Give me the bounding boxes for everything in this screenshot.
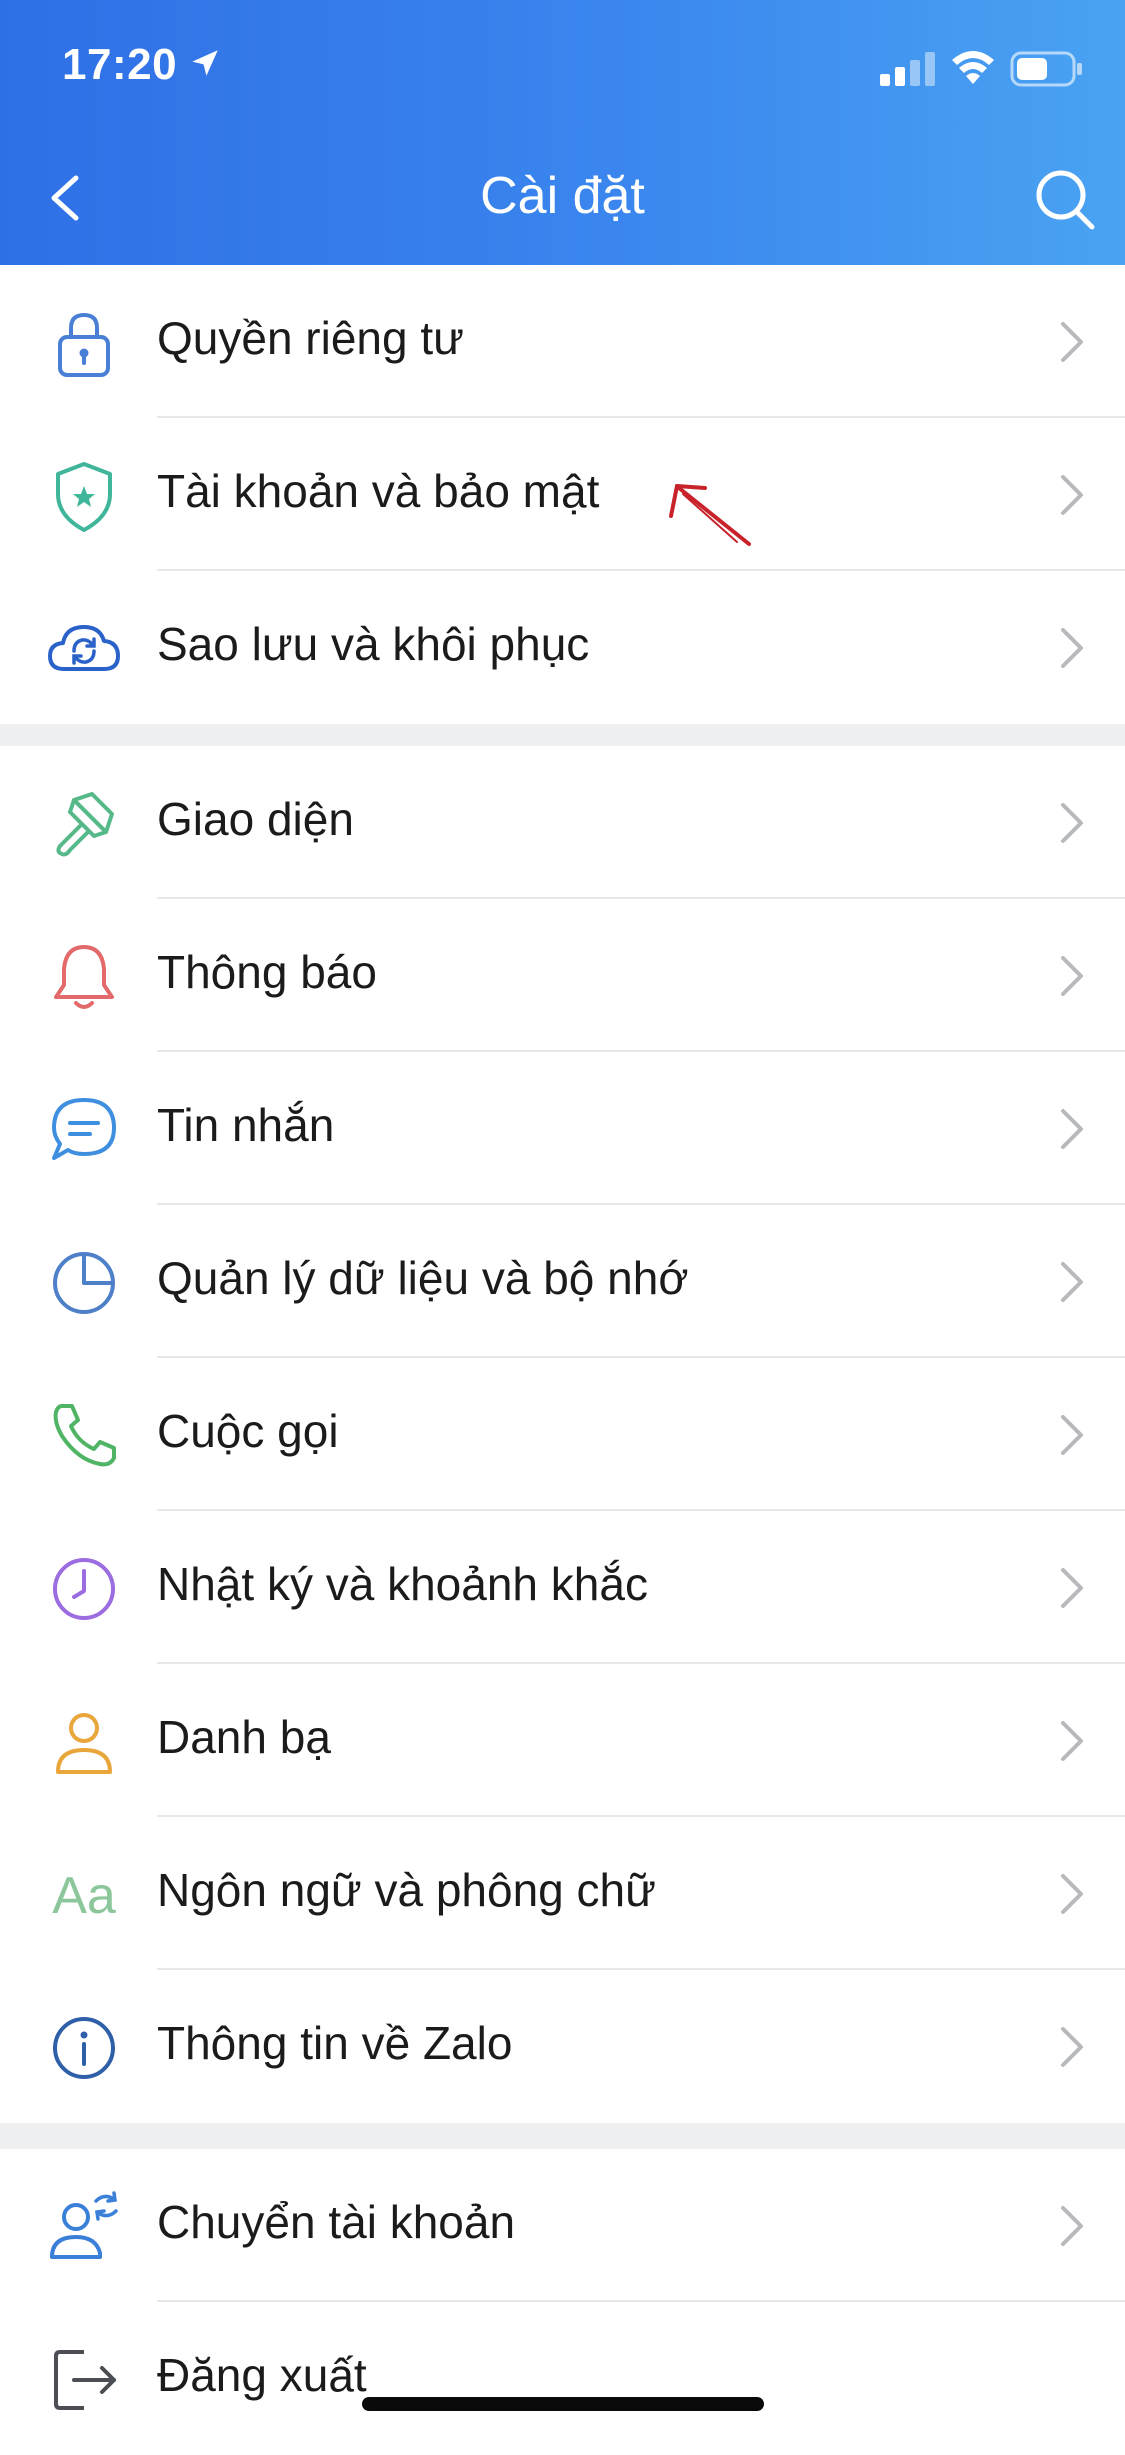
person-icon bbox=[56, 1713, 112, 1774]
status-time: 17:20 bbox=[62, 40, 178, 89]
settings-item-logout[interactable]: Đăng xuất bbox=[0, 2302, 1125, 2455]
chevron-right-icon bbox=[1061, 1415, 1083, 1455]
chevron-right-icon bbox=[1061, 322, 1083, 362]
cloud-sync-icon bbox=[48, 625, 120, 671]
status-bar: 17:20 bbox=[0, 0, 1125, 140]
settings-item-contacts[interactable]: Danh bạ bbox=[0, 1664, 1125, 1817]
chevron-right-icon bbox=[1061, 1262, 1083, 1302]
settings-item-label: Thông báo bbox=[157, 946, 377, 998]
settings-item-label: Sao lưu và khôi phục bbox=[157, 618, 590, 670]
font-aa-icon: Aa bbox=[52, 1867, 116, 1925]
annotation-arrow-icon bbox=[669, 484, 751, 546]
settings-item-privacy[interactable]: Quyền riêng tư bbox=[0, 265, 1125, 418]
settings-item-label: Tin nhắn bbox=[157, 1099, 335, 1151]
paint-brush-icon bbox=[56, 792, 114, 857]
home-indicator[interactable] bbox=[362, 2397, 764, 2411]
settings-item-appearance[interactable]: Giao diện bbox=[0, 746, 1125, 899]
settings-item-notifications[interactable]: Thông báo bbox=[0, 899, 1125, 1052]
chevron-right-icon bbox=[1061, 628, 1083, 668]
clock-icon bbox=[53, 1558, 115, 1620]
settings-item-account-security[interactable]: Tài khoản và bảo mật bbox=[0, 418, 1125, 571]
settings-item-data-storage[interactable]: Quản lý dữ liệu và bộ nhớ bbox=[0, 1205, 1125, 1358]
chevron-right-icon bbox=[1061, 1874, 1083, 1914]
wifi-icon bbox=[952, 51, 994, 84]
chevron-right-icon bbox=[1061, 2027, 1083, 2067]
chevron-right-icon bbox=[1061, 1721, 1083, 1761]
settings-item-diary-moments[interactable]: Nhật ký và khoảnh khắc bbox=[0, 1511, 1125, 1664]
page-title: Cài đặt bbox=[480, 167, 645, 225]
lock-icon bbox=[58, 312, 110, 377]
settings-item-label: Chuyển tài khoản bbox=[157, 2196, 516, 2248]
bell-icon bbox=[54, 945, 114, 1009]
shield-star-icon bbox=[56, 462, 112, 532]
chevron-right-icon bbox=[1061, 475, 1083, 515]
chevron-right-icon bbox=[1061, 2206, 1083, 2246]
settings-item-label: Tài khoản và bảo mật bbox=[157, 465, 600, 517]
settings-item-label: Quyền riêng tư bbox=[157, 312, 464, 364]
settings-item-backup-restore[interactable]: Sao lưu và khôi phục bbox=[0, 571, 1125, 724]
settings-item-label: Nhật ký và khoảnh khắc bbox=[157, 1558, 648, 1610]
settings-section-2: Giao diện Thông báo Tin nhắn Quản lý dữ … bbox=[0, 746, 1125, 2123]
settings-item-label: Giao diện bbox=[157, 793, 354, 845]
chevron-right-icon bbox=[1061, 1568, 1083, 1608]
settings-item-label: Thông tin về Zalo bbox=[157, 2017, 513, 2069]
logout-icon bbox=[54, 2350, 116, 2410]
chevron-right-icon bbox=[1061, 1109, 1083, 1149]
chevron-right-icon bbox=[1061, 803, 1083, 843]
section-gap bbox=[0, 724, 1125, 746]
svg-text:Aa: Aa bbox=[52, 1867, 116, 1925]
cellular-signal-icon bbox=[880, 52, 935, 86]
info-icon bbox=[53, 2017, 115, 2079]
settings-item-switch-account[interactable]: Chuyển tài khoản bbox=[0, 2149, 1125, 2302]
settings-item-calls[interactable]: Cuộc gọi bbox=[0, 1358, 1125, 1511]
settings-item-label: Cuộc gọi bbox=[157, 1405, 339, 1457]
pie-clock-icon bbox=[53, 1252, 115, 1314]
settings-section-1: Quyền riêng tư Tài khoản và bảo mật Sao … bbox=[0, 265, 1125, 724]
settings-item-label: Ngôn ngữ và phông chữ bbox=[157, 1864, 656, 1916]
chat-bubble-icon bbox=[52, 1098, 116, 1160]
settings-item-label: Quản lý dữ liệu và bộ nhớ bbox=[157, 1252, 689, 1304]
phone-icon bbox=[53, 1404, 116, 1467]
settings-item-messages[interactable]: Tin nhắn bbox=[0, 1052, 1125, 1205]
section-gap bbox=[0, 2123, 1125, 2149]
battery-icon bbox=[1010, 51, 1082, 87]
location-arrow-icon bbox=[192, 50, 218, 76]
switch-account-icon bbox=[50, 2191, 118, 2259]
header-bar: 17:20 Cài đặt bbox=[0, 0, 1125, 265]
settings-item-language-font[interactable]: Aa Ngôn ngữ và phông chữ bbox=[0, 1817, 1125, 1970]
search-button[interactable] bbox=[1028, 160, 1098, 236]
settings-item-label: Danh bạ bbox=[157, 1711, 331, 1763]
settings-item-about-zalo[interactable]: Thông tin về Zalo bbox=[0, 1970, 1125, 2123]
chevron-right-icon bbox=[1061, 956, 1083, 996]
settings-item-label: Đăng xuất bbox=[157, 2349, 367, 2401]
